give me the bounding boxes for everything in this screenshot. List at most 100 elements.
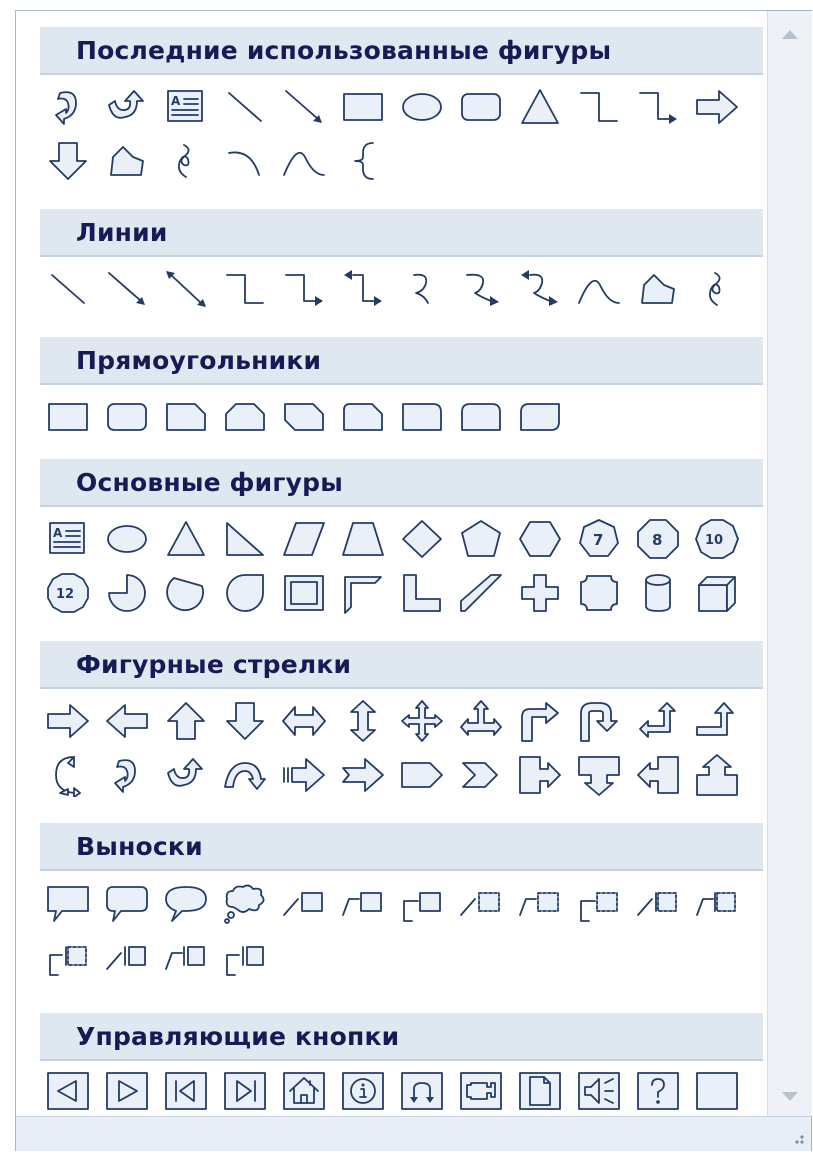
- shape-up-arrow[interactable]: [156, 695, 215, 747]
- shape-line[interactable]: [215, 81, 274, 133]
- shape-diagonal-stripe[interactable]: [451, 567, 510, 619]
- shape-freeform[interactable]: [97, 135, 156, 187]
- shape-left-arrow-callout[interactable]: [628, 749, 687, 801]
- shape-elbow-arrow-connector[interactable]: [274, 263, 333, 315]
- shape-arc[interactable]: [215, 135, 274, 187]
- shape-line[interactable]: [38, 263, 97, 315]
- shape-up-arrow-callout[interactable]: [687, 749, 746, 801]
- action-button-return[interactable]: [392, 1065, 451, 1116]
- action-button-end[interactable]: [215, 1065, 274, 1116]
- shape-chord[interactable]: [156, 567, 215, 619]
- shape-pentagon[interactable]: [451, 513, 510, 565]
- action-button-custom[interactable]: [687, 1065, 746, 1116]
- shape-line-callout-2-accent-bar[interactable]: [687, 877, 746, 929]
- shape-rounded-rectangular-callout[interactable]: [97, 877, 156, 929]
- shape-decagon[interactable]: 10: [687, 513, 746, 565]
- shape-up-down-arrow[interactable]: [333, 695, 392, 747]
- scroll-down-arrow-icon[interactable]: [768, 1082, 812, 1112]
- shape-oval-callout[interactable]: [156, 877, 215, 929]
- shape-pie[interactable]: [97, 567, 156, 619]
- shape-right-arrow[interactable]: [687, 81, 746, 133]
- shape-plus[interactable]: [510, 567, 569, 619]
- shape-line-callout-3-border-accent[interactable]: [215, 931, 274, 983]
- shape-curved-right-arrow[interactable]: [38, 749, 97, 801]
- shape-rounded-rectangle[interactable]: [451, 81, 510, 133]
- shape-snip-same-side-corner-rectangle[interactable]: [215, 391, 274, 443]
- shape-round-single-corner-rectangle[interactable]: [392, 391, 451, 443]
- shape-left-right-arrow[interactable]: [274, 695, 333, 747]
- shape-notched-right-arrow[interactable]: [333, 749, 392, 801]
- shape-rectangular-callout[interactable]: [38, 877, 97, 929]
- shape-round-diagonal-corner-rectangle[interactable]: [510, 391, 569, 443]
- resize-grip-icon[interactable]: [789, 1129, 805, 1145]
- shape-dodecagon[interactable]: 12: [38, 567, 97, 619]
- shape-line-callout-3-no-border[interactable]: [569, 877, 628, 929]
- shape-left-brace[interactable]: [333, 135, 392, 187]
- scroll-up-arrow-icon[interactable]: [768, 19, 812, 49]
- action-button-beginning[interactable]: [156, 1065, 215, 1116]
- action-button-information[interactable]: [333, 1065, 392, 1116]
- action-button-sound[interactable]: [569, 1065, 628, 1116]
- shape-curved-left-arrow[interactable]: [97, 749, 156, 801]
- shape-curved-double-arrow-connector[interactable]: [510, 263, 569, 315]
- shape-right-arrow-callout[interactable]: [510, 749, 569, 801]
- shape-elbow-double-arrow-connector[interactable]: [333, 263, 392, 315]
- shape-down-arrow[interactable]: [38, 135, 97, 187]
- shape-teardrop[interactable]: [215, 567, 274, 619]
- shape-elbow-arrow-connector[interactable]: [628, 81, 687, 133]
- shape-scribble[interactable]: [156, 135, 215, 187]
- shape-rectangle[interactable]: [333, 81, 392, 133]
- shape-right-triangle[interactable]: [215, 513, 274, 565]
- shape-line-double-arrow[interactable]: [156, 263, 215, 315]
- shape-left-arrow[interactable]: [97, 695, 156, 747]
- shape-line-callout-2-no-border[interactable]: [510, 877, 569, 929]
- action-button-document[interactable]: [510, 1065, 569, 1116]
- shape-parallelogram[interactable]: [274, 513, 333, 565]
- shape-rounded-rectangle[interactable]: [97, 391, 156, 443]
- shape-octagon[interactable]: 8: [628, 513, 687, 565]
- shape-plaque[interactable]: [569, 567, 628, 619]
- action-button-back[interactable]: [38, 1065, 97, 1116]
- shape-diamond[interactable]: [392, 513, 451, 565]
- action-button-home[interactable]: [274, 1065, 333, 1116]
- shape-curved-down-arrow[interactable]: [215, 749, 274, 801]
- shape-elbow-connector[interactable]: [215, 263, 274, 315]
- shape-elbow-connector[interactable]: [569, 81, 628, 133]
- shape-u-turn-block-arrow[interactable]: [569, 695, 628, 747]
- shape-curved-connector[interactable]: [392, 263, 451, 315]
- shape-oval[interactable]: [97, 513, 156, 565]
- shape-striped-right-arrow[interactable]: [274, 749, 333, 801]
- shape-line-callout-2-border-accent[interactable]: [156, 931, 215, 983]
- shape-down-arrow[interactable]: [215, 695, 274, 747]
- shape-left-right-up-arrow[interactable]: [451, 695, 510, 747]
- shape-curve[interactable]: [569, 263, 628, 315]
- shape-l-shape[interactable]: [392, 567, 451, 619]
- shape-oval[interactable]: [392, 81, 451, 133]
- shape-left-up-arrow[interactable]: [628, 695, 687, 747]
- shape-u-turn-arrow[interactable]: [97, 81, 156, 133]
- shape-curved-arrow-connector[interactable]: [451, 263, 510, 315]
- shape-circular-arrow-right[interactable]: [38, 81, 97, 133]
- shape-line-callout-1-accent-bar[interactable]: [628, 877, 687, 929]
- shape-half-frame[interactable]: [333, 567, 392, 619]
- shape-down-arrow-callout[interactable]: [569, 749, 628, 801]
- shape-bent-arrow[interactable]: [510, 695, 569, 747]
- action-button-help[interactable]: [628, 1065, 687, 1116]
- shape-cloud-callout[interactable]: [215, 877, 274, 929]
- shape-scribble[interactable]: [687, 263, 746, 315]
- shape-can[interactable]: [628, 567, 687, 619]
- action-button-forward[interactable]: [97, 1065, 156, 1116]
- shape-right-arrow[interactable]: [38, 695, 97, 747]
- shape-line-callout-3[interactable]: [392, 877, 451, 929]
- shape-quad-arrow[interactable]: [392, 695, 451, 747]
- shape-hexagon[interactable]: [510, 513, 569, 565]
- action-button-movie[interactable]: [451, 1065, 510, 1116]
- shape-triangle[interactable]: [510, 81, 569, 133]
- shape-frame[interactable]: [274, 567, 333, 619]
- shape-cube[interactable]: [687, 567, 746, 619]
- shape-text-box[interactable]: A: [38, 513, 97, 565]
- shape-freeform[interactable]: [628, 263, 687, 315]
- shape-line-callout-2[interactable]: [333, 877, 392, 929]
- shape-trapezoid[interactable]: [333, 513, 392, 565]
- shape-line-callout-3-accent-bar[interactable]: [38, 931, 97, 983]
